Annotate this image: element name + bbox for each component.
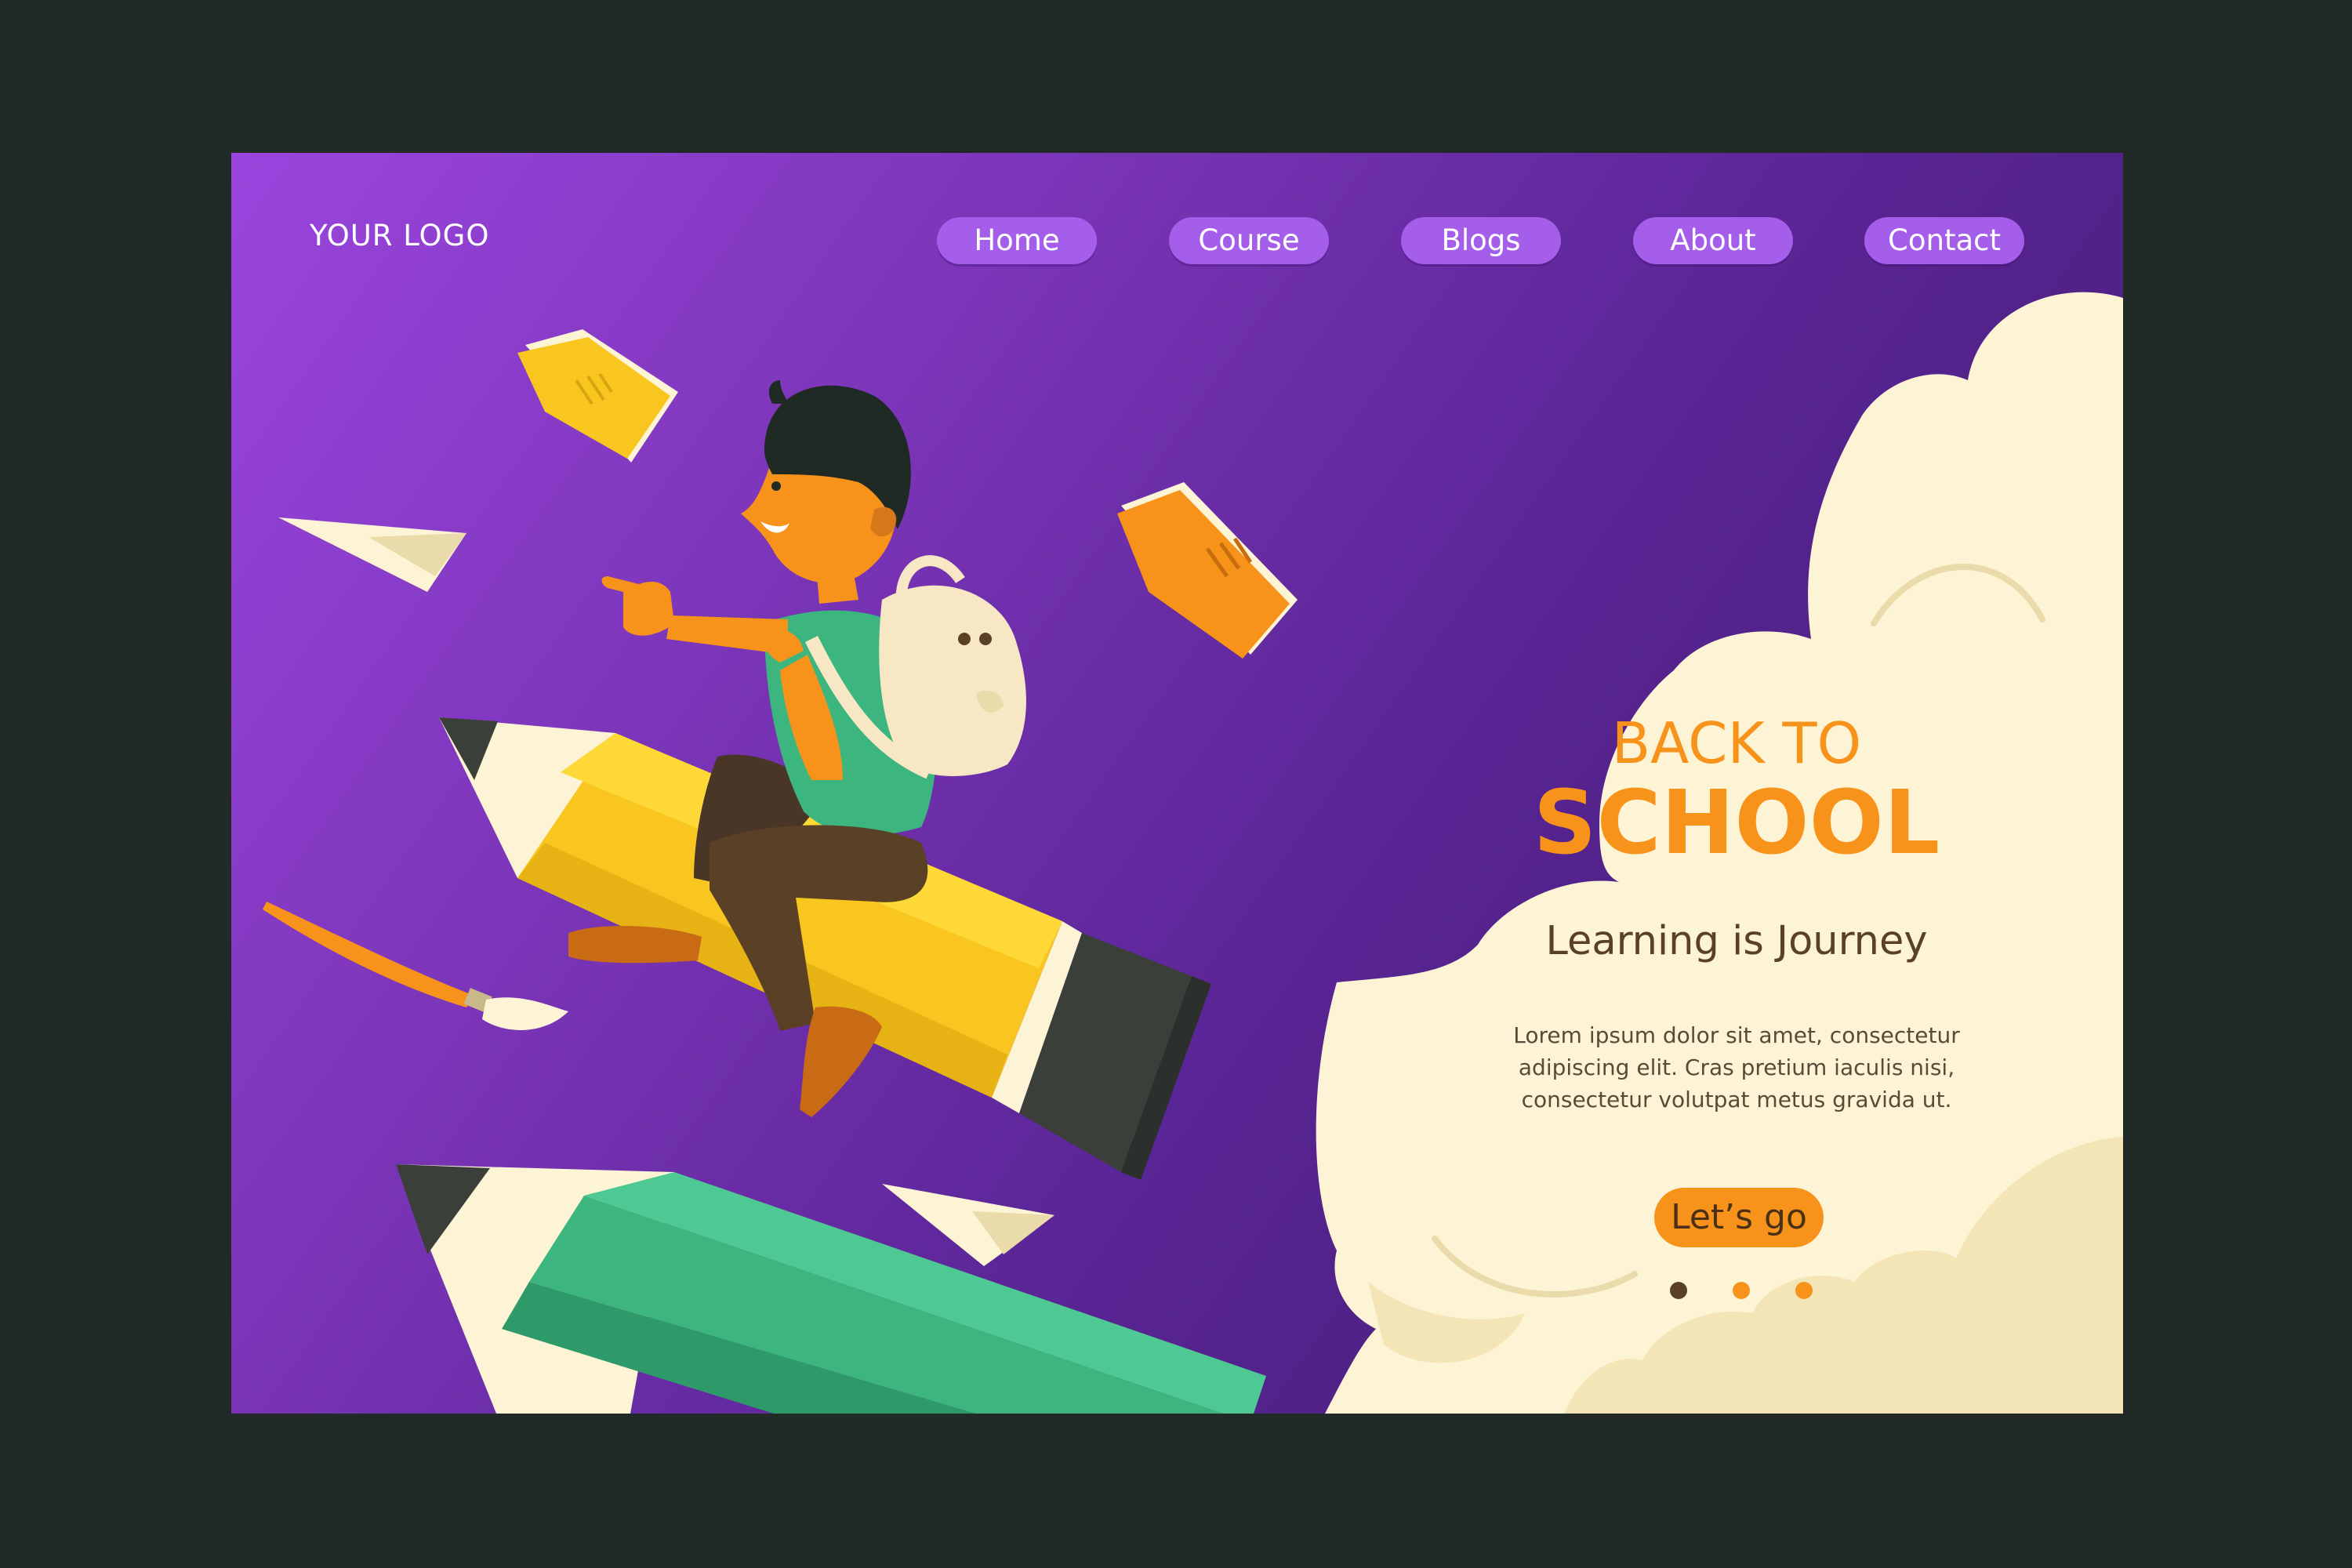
nav-blogs[interactable]: Blogs: [1401, 217, 1561, 264]
nav-home[interactable]: Home: [937, 217, 1097, 264]
main-nav: Home Course Blogs About Contact: [231, 217, 2123, 267]
carousel-dots: [1670, 1282, 1827, 1301]
book-icon: [1117, 482, 1298, 659]
nav-course[interactable]: Course: [1169, 217, 1329, 264]
carousel-dot-3[interactable]: [1795, 1282, 1813, 1299]
carousel-dot-1[interactable]: [1670, 1282, 1687, 1299]
nav-about[interactable]: About: [1633, 217, 1793, 264]
hero-kicker: BACK TO: [1611, 710, 1862, 776]
pencil-icon: [396, 1164, 1266, 1414]
hero-subtitle: Learning is Journey: [1545, 918, 1928, 964]
hero-description: Lorem ipsum dolor sit amet, consectetur …: [1513, 1022, 1960, 1112]
paintbrush-icon: [263, 902, 568, 1030]
hero-title: SCHOOL: [1533, 772, 1940, 874]
lets-go-button[interactable]: Let’s go: [1654, 1188, 1824, 1247]
landing-page: YOUR LOGO Home Course Blogs About Contac…: [231, 153, 2123, 1414]
nav-contact[interactable]: Contact: [1864, 217, 2024, 264]
paper-plane-icon: [278, 517, 466, 592]
book-icon: [517, 329, 678, 463]
carousel-dot-2[interactable]: [1733, 1282, 1750, 1299]
